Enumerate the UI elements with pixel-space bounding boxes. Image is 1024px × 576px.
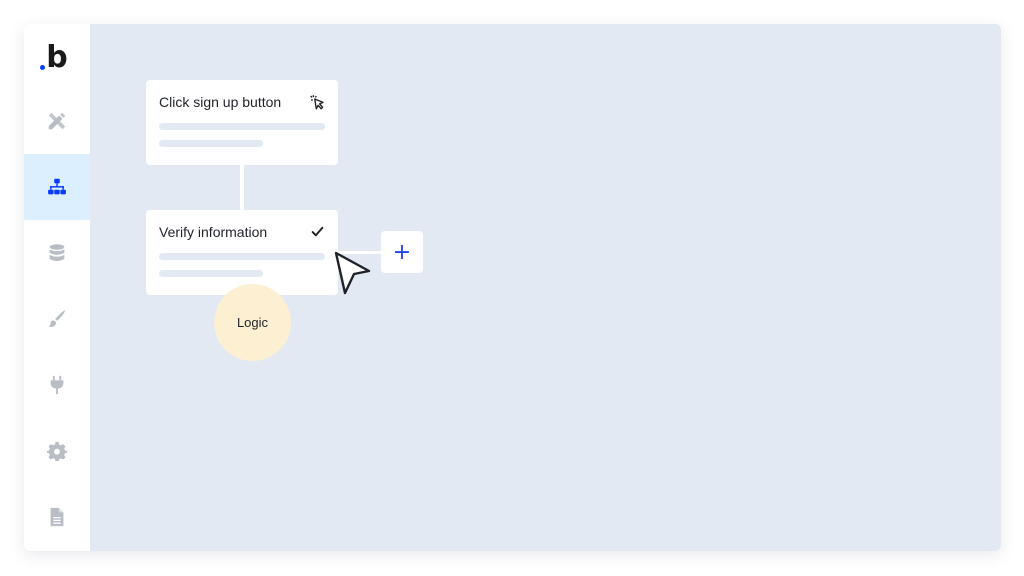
logic-badge: Logic <box>214 284 291 361</box>
sidebar-item-design[interactable] <box>24 88 90 154</box>
click-cursor-icon <box>310 95 324 110</box>
sidebar: b <box>24 24 90 551</box>
logo[interactable]: b <box>24 38 90 78</box>
sidebar-item-logs[interactable] <box>24 484 90 550</box>
placeholder-bar <box>159 123 325 130</box>
logic-label: Logic <box>236 315 269 330</box>
step-title: Verify information <box>159 224 268 240</box>
workflow-step-card[interactable]: Verify information <box>146 210 338 295</box>
logo-dot <box>40 65 46 70</box>
checkmark-icon <box>311 226 324 237</box>
sidebar-item-data[interactable] <box>24 220 90 286</box>
paintbrush-icon <box>48 309 66 327</box>
placeholder-bar <box>159 140 263 147</box>
mouse-pointer-icon <box>334 251 371 295</box>
sidebar-item-styles[interactable] <box>24 286 90 352</box>
add-step-button[interactable]: + <box>381 231 423 273</box>
logo-letter: b <box>46 40 68 75</box>
plug-icon <box>50 375 64 395</box>
placeholder-bar <box>159 270 263 277</box>
step-title: Click sign up button <box>159 94 282 110</box>
connector-line <box>240 164 244 210</box>
sidebar-item-plugins[interactable] <box>24 352 90 418</box>
document-icon <box>50 507 64 527</box>
sidebar-item-workflow[interactable] <box>24 154 90 220</box>
workflow-step-card[interactable]: Click sign up button <box>146 80 338 165</box>
app-window: b Click sign up button Verify informatio… <box>24 24 1001 551</box>
placeholder-bar <box>159 253 325 260</box>
workflow-canvas[interactable]: Click sign up button Verify information … <box>90 24 1001 551</box>
sitemap-icon <box>48 178 66 195</box>
gear-icon <box>46 441 68 462</box>
pencil-ruler-icon <box>48 112 66 130</box>
database-icon <box>49 244 65 262</box>
sidebar-item-settings[interactable] <box>24 418 90 484</box>
